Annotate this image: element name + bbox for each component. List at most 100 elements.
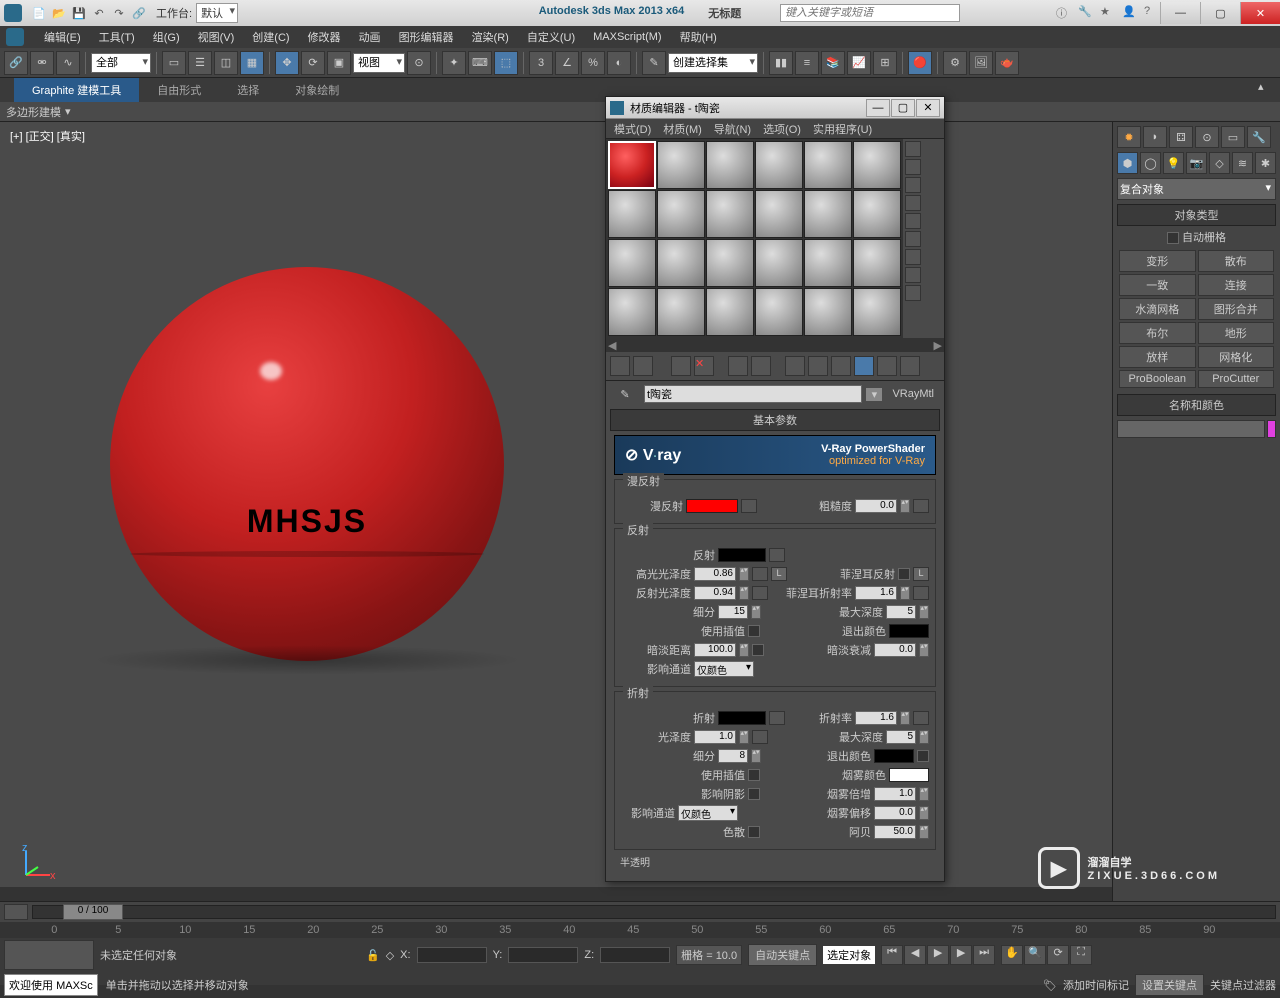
schematic-icon[interactable]: ⊞	[873, 51, 897, 75]
material-slot[interactable]	[755, 239, 803, 287]
unlink-icon[interactable]: ⚮	[30, 51, 54, 75]
dispersion-checkbox[interactable]	[748, 826, 760, 838]
material-slot[interactable]	[804, 190, 852, 238]
ribbon-collapse-icon[interactable]: ▴	[1258, 80, 1276, 98]
go-parent-icon[interactable]	[877, 356, 897, 376]
curve-editor-icon[interactable]: 📈	[847, 51, 871, 75]
obj-blobmesh[interactable]: 水滴网格	[1119, 298, 1196, 320]
infocenter-icon[interactable]: ⓘ	[1056, 5, 1072, 21]
play-icon[interactable]: ▶	[927, 945, 949, 965]
spin-icon[interactable]: ▴▾	[900, 499, 910, 513]
ribbon-tab-paint[interactable]: 对象绘制	[277, 78, 357, 102]
angle-snap-icon[interactable]: ∠	[555, 51, 579, 75]
diffuse-color[interactable]	[686, 499, 738, 513]
qat-open-icon[interactable]: 📂	[50, 4, 68, 22]
menu-group[interactable]: 组(G)	[145, 27, 188, 47]
utilities-tab-icon[interactable]: 🔧	[1247, 126, 1271, 148]
autokey-button[interactable]: 自动关键点	[748, 944, 817, 966]
material-type-button[interactable]: VRayMtl	[886, 388, 940, 400]
fresnel-checkbox[interactable]	[898, 568, 910, 580]
ribbon-tab-freeform[interactable]: 自由形式	[139, 78, 219, 102]
make-unique-icon[interactable]	[751, 356, 771, 376]
time-slider[interactable]: 0 / 100	[32, 905, 1276, 919]
obj-loft[interactable]: 放样	[1119, 346, 1196, 368]
eyedropper-icon[interactable]: ✎	[610, 388, 640, 401]
render-frame-icon[interactable]: 🖼	[969, 51, 993, 75]
selection-filter[interactable]: 全部	[91, 53, 151, 73]
percent-snap-icon[interactable]: %	[581, 51, 605, 75]
viewport[interactable]: [+] [正交] [真实] MHSJS z x	[0, 122, 1112, 901]
obj-shapemerge[interactable]: 图形合并	[1198, 298, 1275, 320]
helpers-icon[interactable]: ◇	[1209, 152, 1230, 174]
viewport-hscroll[interactable]	[0, 887, 1112, 901]
link-icon[interactable]: 🔗	[4, 51, 28, 75]
menu-maxscript[interactable]: MAXScript(M)	[585, 29, 669, 45]
material-name-input[interactable]	[644, 385, 862, 403]
render-setup-icon[interactable]: ⚙	[943, 51, 967, 75]
refr-affect-dropdown[interactable]: 仅颜色	[678, 805, 738, 821]
menu-animation[interactable]: 动画	[351, 27, 389, 47]
move-icon[interactable]: ✥	[275, 51, 299, 75]
time-ruler[interactable]: 051015202530354045505560657075808590	[0, 922, 1280, 938]
autogrid-checkbox[interactable]	[1167, 232, 1179, 244]
spinner-snap-icon[interactable]: ◐	[607, 51, 631, 75]
material-slot[interactable]	[706, 288, 754, 336]
display-tab-icon[interactable]: ▭	[1221, 126, 1245, 148]
material-slot[interactable]	[657, 239, 705, 287]
ior-spinner[interactable]: 1.6	[855, 711, 897, 725]
coord-y-input[interactable]	[508, 947, 578, 963]
get-material-icon[interactable]	[610, 356, 630, 376]
refl-affect-dropdown[interactable]: 仅颜色	[694, 661, 754, 677]
qat-undo-icon[interactable]: ↶	[90, 4, 108, 22]
mateditor-close[interactable]: ✕	[916, 99, 940, 117]
affect-shadow-checkbox[interactable]	[748, 788, 760, 800]
mateditor-maximize[interactable]: ▢	[891, 99, 915, 117]
material-slot[interactable]	[853, 288, 901, 336]
backlight-icon[interactable]	[905, 159, 921, 175]
nav-pan-icon[interactable]: ✋	[1001, 945, 1023, 965]
object-color-swatch[interactable]	[1267, 420, 1276, 438]
matmenu-nav[interactable]: 导航(N)	[714, 121, 751, 136]
scale-icon[interactable]: ▣	[327, 51, 351, 75]
help-icon[interactable]: ?	[1144, 5, 1160, 21]
cameras-icon[interactable]: 📷	[1186, 152, 1207, 174]
fresnel-ior-spinner[interactable]: 1.6	[855, 586, 897, 600]
window-crossing-icon[interactable]: ▦	[240, 51, 264, 75]
qat-link-icon[interactable]: 🔗	[130, 4, 148, 22]
uvtile-icon[interactable]	[905, 195, 921, 211]
assign-icon[interactable]	[671, 356, 691, 376]
refr-gloss-spinner[interactable]: 1.0	[694, 730, 736, 744]
menu-customize[interactable]: 自定义(U)	[519, 27, 583, 47]
lights-icon[interactable]: 💡	[1163, 152, 1184, 174]
matmenu-mode[interactable]: 模式(D)	[614, 121, 651, 136]
key-filter-button[interactable]: 关键点过滤器	[1210, 977, 1276, 993]
material-slot[interactable]	[706, 190, 754, 238]
roughness-spinner[interactable]: 0.0	[855, 499, 897, 513]
obj-mesher[interactable]: 网格化	[1198, 346, 1275, 368]
nav-orbit-icon[interactable]: ⟳	[1047, 945, 1069, 965]
next-frame-icon[interactable]: ▶	[950, 945, 972, 965]
object-name-input[interactable]	[1117, 420, 1265, 438]
refl-maxdepth-spinner[interactable]: 5	[886, 605, 916, 619]
video-check-icon[interactable]	[905, 213, 921, 229]
snap-icon[interactable]: ⬚	[494, 51, 518, 75]
ribbon-tab-selection[interactable]: 选择	[219, 78, 277, 102]
qat-redo-icon[interactable]: ↷	[110, 4, 128, 22]
align-icon[interactable]: ≡	[795, 51, 819, 75]
dim-dist-spinner[interactable]: 100.0	[694, 643, 736, 657]
rollout-object-type[interactable]: 对象类型	[1117, 204, 1276, 226]
manipulate-icon[interactable]: ✦	[442, 51, 466, 75]
setkey-button[interactable]: 设置关键点	[1135, 974, 1204, 996]
spacewarps-icon[interactable]: ≋	[1232, 152, 1253, 174]
reset-icon[interactable]: ✕	[694, 356, 714, 376]
wrench-icon[interactable]: 🔧	[1078, 5, 1094, 21]
material-slot[interactable]	[755, 190, 803, 238]
material-slot[interactable]	[804, 239, 852, 287]
menu-modifiers[interactable]: 修改器	[300, 27, 349, 47]
rollout-name-color[interactable]: 名称和颜色	[1117, 394, 1276, 416]
close-button[interactable]: ✕	[1240, 2, 1280, 24]
obj-proboolean[interactable]: ProBoolean	[1119, 370, 1196, 388]
put-library-icon[interactable]	[785, 356, 805, 376]
matmenu-options[interactable]: 选项(O)	[763, 121, 801, 136]
minimize-button[interactable]: —	[1160, 2, 1200, 24]
